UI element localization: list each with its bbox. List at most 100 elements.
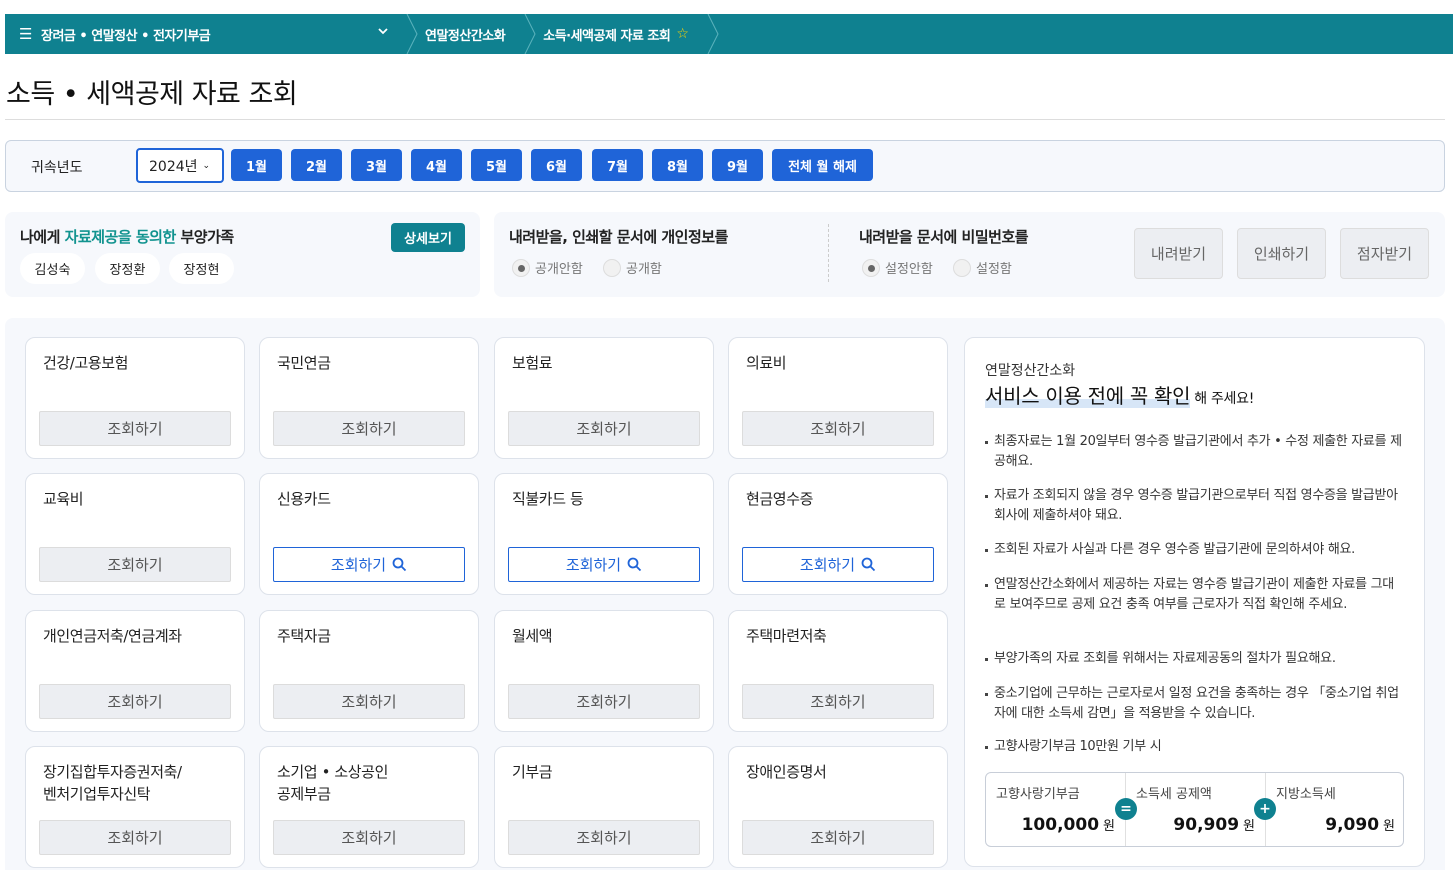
breadcrumb-yearend[interactable]: 연말정산간소화: [419, 14, 523, 54]
lookup-button[interactable]: 조회하기: [39, 820, 231, 855]
calc-donation: 고향사랑기부금 100,000 원: [996, 787, 1115, 835]
category-title: 기부금: [512, 763, 553, 781]
top-nav: ☰ 장려금 • 연말정산 • 전자기부금 연말정산간소화 소득·세액공제 자료 …: [5, 14, 1453, 54]
breadcrumb-separator-icon: [523, 14, 537, 54]
lookup-button[interactable]: 조회하기: [508, 684, 700, 719]
category-card-education-expense: 교육비조회하기: [25, 473, 245, 595]
month-button-6[interactable]: 6월: [531, 149, 582, 181]
breadcrumb-current: 소득·세액공제 자료 조회 ☆: [543, 26, 689, 44]
month-button-3[interactable]: 3월: [351, 149, 402, 181]
plus-icon: +: [1254, 798, 1276, 820]
calc-income-tax: 소득세 공제액 90,909 원: [1136, 787, 1255, 835]
month-button-5[interactable]: 5월: [471, 149, 522, 181]
equals-icon: =: [1115, 798, 1137, 820]
favorite-star-icon[interactable]: ☆: [676, 26, 689, 42]
breadcrumb-separator-icon: [706, 14, 720, 54]
print-button[interactable]: 인쇄하기: [1237, 228, 1326, 279]
divider: [828, 224, 829, 282]
page-title: 소득 • 세액공제 자료 조회: [6, 79, 298, 110]
chevron-down-icon: ⌄: [202, 160, 211, 171]
radio-checked-icon: [512, 258, 530, 277]
lookup-button[interactable]: 조회하기: [273, 547, 465, 582]
lookup-button[interactable]: 조회하기: [742, 684, 934, 719]
divider: [5, 119, 1445, 120]
year-select[interactable]: 2024년 ⌄: [136, 148, 224, 183]
dependent-chip[interactable]: 김성숙: [20, 253, 85, 284]
category-title: 신용카드: [277, 490, 331, 508]
category-card-cash-receipt: 현금영수증조회하기: [728, 473, 948, 595]
dependents-panel: 나에게 자료제공을 동의한 부양가족 상세보기 김성숙 장정환 장정현: [5, 212, 480, 297]
braille-button[interactable]: 점자받기: [1340, 228, 1429, 279]
info-subtitle: 연말정산간소화: [985, 363, 1076, 379]
category-title: 건강/고용보험: [43, 354, 129, 372]
nav-menu-dropdown[interactable]: ☰ 장려금 • 연말정산 • 전자기부금: [5, 14, 405, 54]
category-card-venture-investment: 장기집합투자증권저축/ 벤처기업투자신탁조회하기: [25, 746, 245, 868]
search-icon: [627, 557, 642, 572]
lookup-button[interactable]: 조회하기: [39, 411, 231, 446]
category-title: 교육비: [43, 490, 84, 508]
month-button-2[interactable]: 2월: [291, 149, 342, 181]
category-title: 직불카드 등: [512, 490, 584, 508]
radio-unchecked-icon: [603, 258, 621, 277]
info-note: 중소기업에 근무하는 근로자로서 일정 요건을 충족하는 경우 「중소기업 취업…: [985, 684, 1405, 723]
lookup-button[interactable]: 조회하기: [39, 684, 231, 719]
month-button-1[interactable]: 1월: [231, 149, 282, 181]
category-card-medical-expense: 의료비조회하기: [728, 337, 948, 459]
info-panel: 연말정산간소화 서비스 이용 전에 꼭 확인 해 주세요! 최종자료는 1월 20…: [964, 337, 1425, 867]
lookup-button[interactable]: 조회하기: [39, 547, 231, 582]
category-card-monthly-rent: 월세액조회하기: [494, 610, 714, 732]
dependent-chip[interactable]: 장정현: [169, 253, 234, 284]
info-note: 조회된 자료가 사실과 다른 경우 영수증 발급기관에 문의하셔야 해요.: [985, 540, 1405, 560]
category-title: 현금영수증: [746, 490, 814, 508]
lookup-button[interactable]: 조회하기: [742, 820, 934, 855]
category-card-insurance-premium: 보험료조회하기: [494, 337, 714, 459]
category-title: 주택마련저축: [746, 627, 827, 645]
info-note: 연말정산간소화에서 제공하는 자료는 영수증 발급기관이 제출한 자료를 그대로…: [985, 575, 1405, 614]
lookup-button[interactable]: 조회하기: [273, 820, 465, 855]
month-button-7[interactable]: 7월: [592, 149, 643, 181]
password-off-radio[interactable]: 설정안함: [862, 258, 933, 277]
category-card-donation: 기부금조회하기: [494, 746, 714, 868]
radio-unchecked-icon: [953, 258, 971, 277]
category-card-debit-card: 직불카드 등조회하기: [494, 473, 714, 595]
download-button[interactable]: 내려받기: [1134, 228, 1223, 279]
lookup-button[interactable]: 조회하기: [508, 547, 700, 582]
donation-calculation: 고향사랑기부금 100,000 원 소득세 공제액 90,909 원 지방소득세 9…: [985, 772, 1404, 847]
lookup-button[interactable]: 조회하기: [508, 411, 700, 446]
category-title: 장기집합투자증권저축/ 벤처기업투자신탁: [43, 763, 182, 803]
clear-all-months-button[interactable]: 전체 월 해제: [772, 149, 873, 181]
document-options-panel: 내려받을, 인쇄할 문서에 개인정보를 공개안함 공개함 내려받을 문서에 비밀…: [494, 212, 1445, 297]
category-title: 보험료: [512, 354, 553, 372]
category-title: 소기업 • 소상공인 공제부금: [277, 763, 388, 803]
month-button-4[interactable]: 4월: [411, 149, 462, 181]
category-card-small-business-mutual-aid: 소기업 • 소상공인 공제부금조회하기: [259, 746, 479, 868]
dependent-chip[interactable]: 장정환: [95, 253, 160, 284]
detail-view-button[interactable]: 상세보기: [391, 223, 465, 252]
category-card-housing-fund: 주택자금조회하기: [259, 610, 479, 732]
nav-menu-label: 장려금 • 연말정산 • 전자기부금: [41, 28, 211, 44]
lookup-button[interactable]: 조회하기: [742, 547, 934, 582]
radio-checked-icon: [862, 258, 880, 277]
lookup-button[interactable]: 조회하기: [273, 411, 465, 446]
category-card-disability-certificate: 장애인증명서조회하기: [728, 746, 948, 868]
privacy-show-radio[interactable]: 공개함: [603, 258, 662, 277]
password-option-title: 내려받을 문서에 비밀번호를: [859, 228, 1029, 246]
category-title: 주택자금: [277, 627, 331, 645]
year-label: 귀속년도: [31, 160, 83, 176]
password-on-radio[interactable]: 설정함: [953, 258, 1012, 277]
month-button-9[interactable]: 9월: [712, 149, 763, 181]
category-title: 월세액: [512, 627, 553, 645]
category-card-credit-card: 신용카드조회하기: [259, 473, 479, 595]
info-note: 부양가족의 자료 조회를 위해서는 자료제공동의 절차가 필요해요.: [985, 649, 1405, 669]
privacy-hide-radio[interactable]: 공개안함: [512, 258, 583, 277]
year-filter-bar: 귀속년도 2024년 ⌄ 1월 2월 3월 4월 5월 6월 7월 8월 9월 전…: [5, 140, 1445, 192]
lookup-button[interactable]: 조회하기: [508, 820, 700, 855]
info-note: 최종자료는 1월 20일부터 영수증 발급기관에서 추가 • 수정 제출한 자료…: [985, 432, 1405, 471]
search-icon: [392, 557, 407, 572]
lookup-button[interactable]: 조회하기: [273, 684, 465, 719]
month-button-8[interactable]: 8월: [652, 149, 703, 181]
category-title: 의료비: [746, 354, 787, 372]
lookup-button[interactable]: 조회하기: [742, 411, 934, 446]
category-title: 장애인증명서: [746, 763, 827, 781]
category-card-housing-savings: 주택마련저축조회하기: [728, 610, 948, 732]
